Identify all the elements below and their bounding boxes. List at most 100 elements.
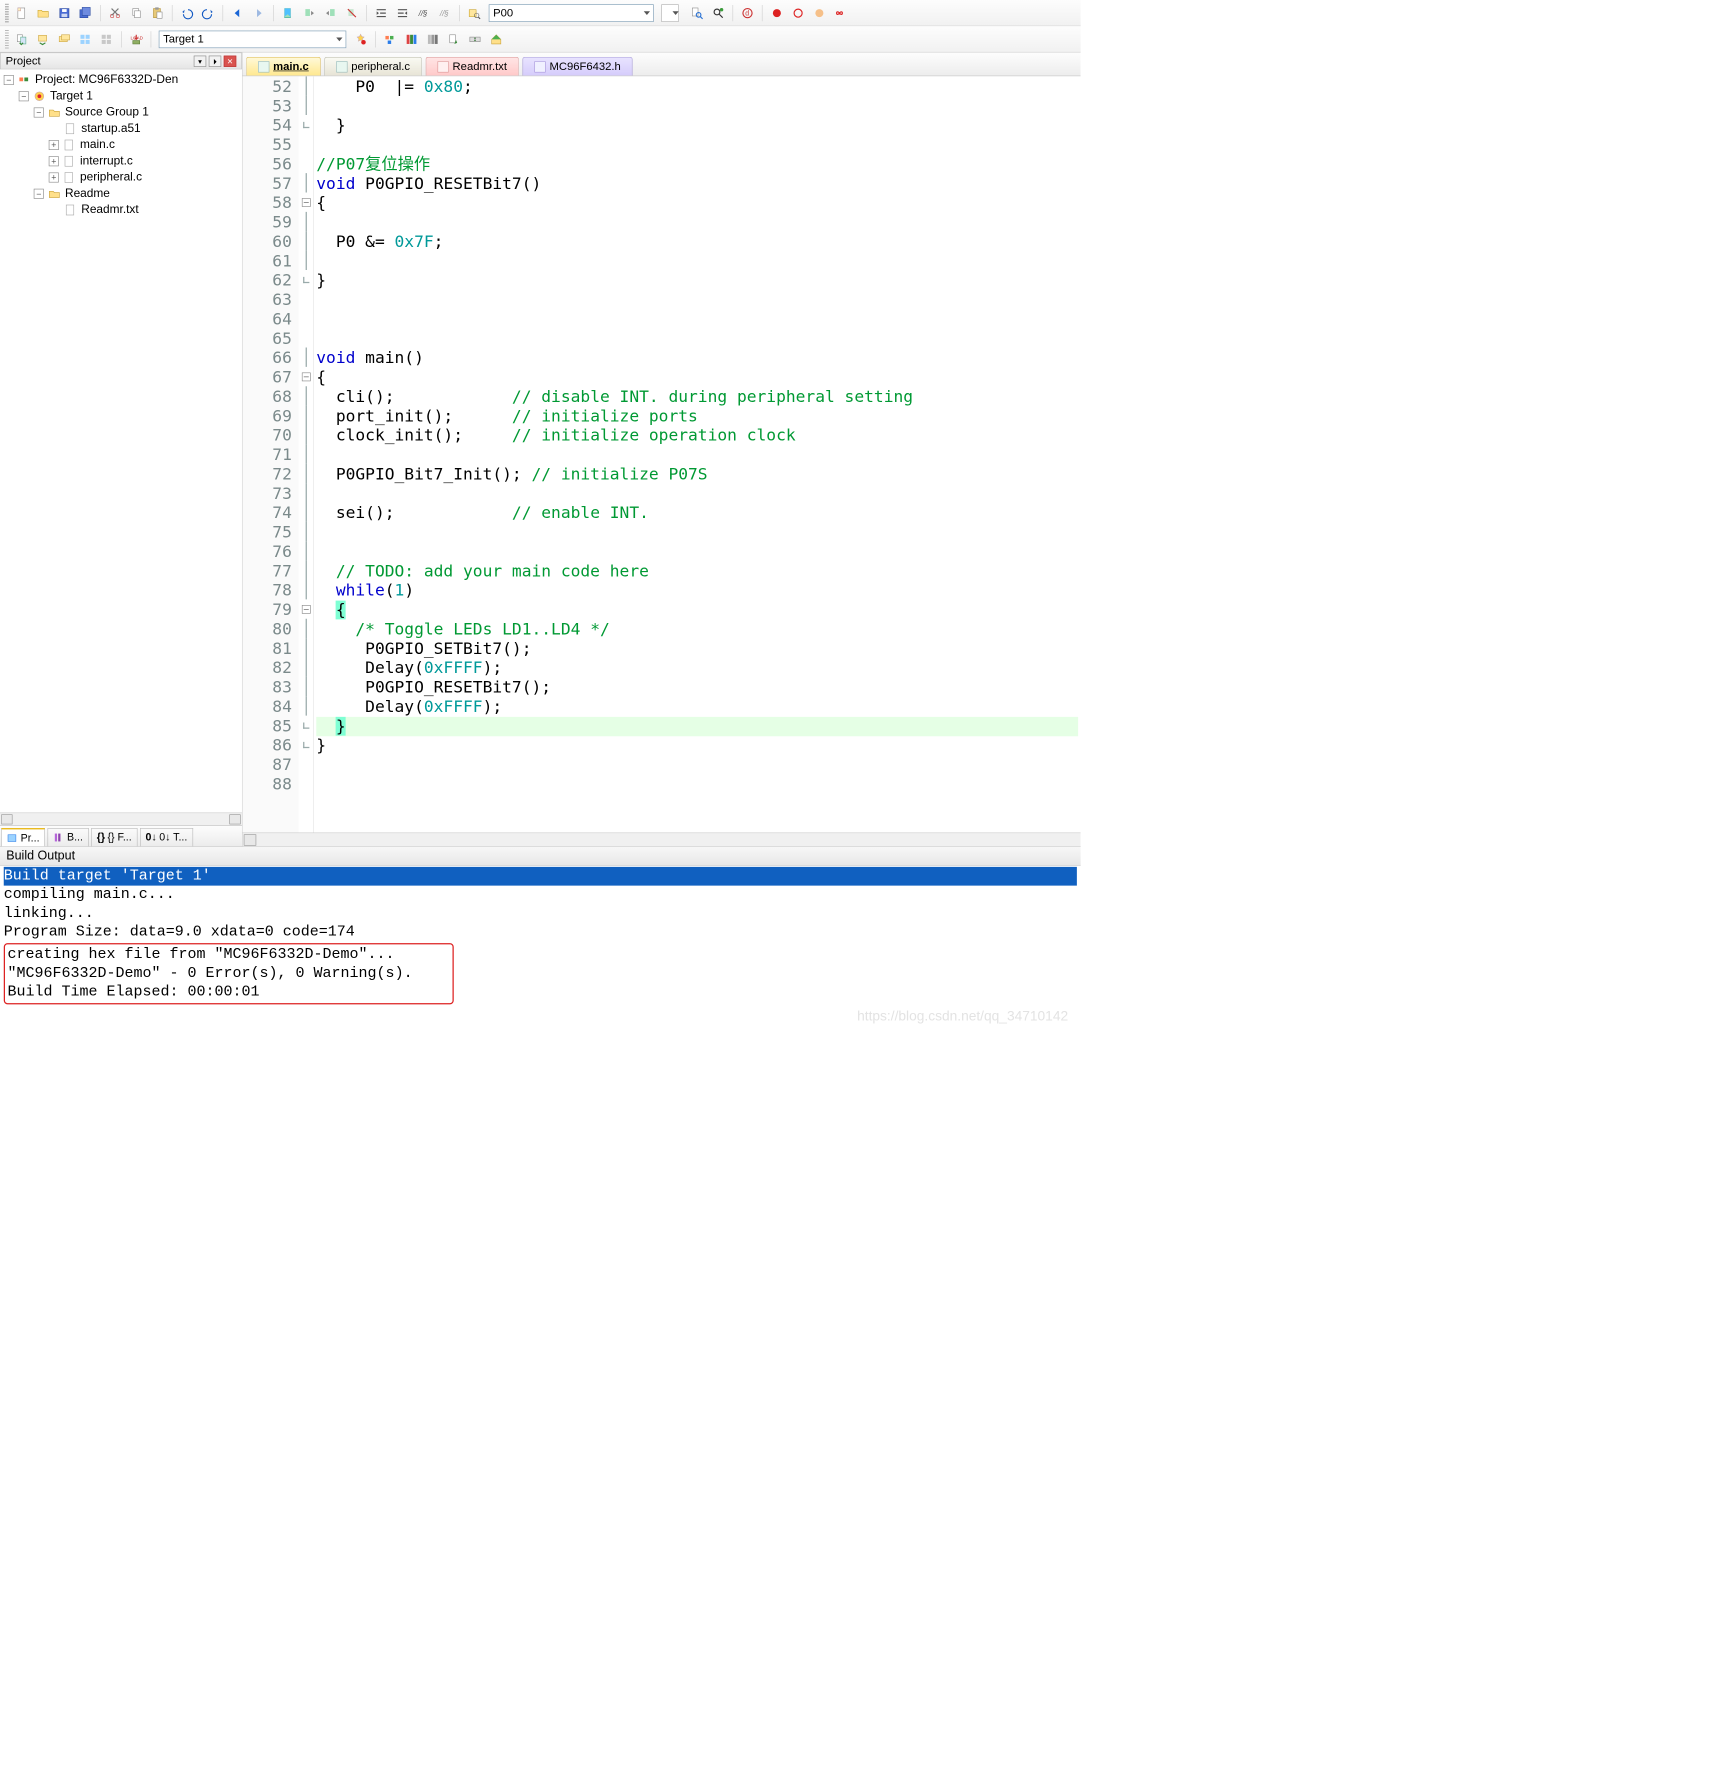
open-folder-icon[interactable]: [34, 3, 53, 22]
stop-build-icon[interactable]: [98, 30, 117, 49]
comment-icon[interactable]: //§: [414, 3, 433, 22]
breakpoint-disable-icon[interactable]: [789, 3, 808, 22]
target-combo[interactable]: [159, 30, 347, 48]
rebuild-icon[interactable]: [55, 30, 74, 49]
tab-label: B...: [67, 831, 83, 844]
bookmark-clear-icon[interactable]: [343, 3, 362, 22]
build-output-highlight-box: creating hex file from "MC96F6332D-Demo"…: [4, 943, 454, 1004]
toolbar-grip-2[interactable]: [5, 30, 9, 49]
tree-scrollbar[interactable]: [0, 813, 242, 826]
main-toolbar: //§ //§ d: [0, 0, 1081, 26]
redo-icon[interactable]: [199, 3, 218, 22]
target-icon: [33, 89, 47, 103]
folder-open-icon: [48, 106, 62, 120]
project-pane-title: Project: [6, 54, 41, 67]
code-editor[interactable]: 5253545556575859606162636465666768697071…: [243, 76, 1081, 832]
build-output[interactable]: Build target 'Target 1' compiling main.c…: [0, 866, 1081, 1006]
editor-tab-label: Readmr.txt: [453, 60, 507, 73]
build-icon[interactable]: [34, 30, 53, 49]
home-icon[interactable]: [487, 30, 506, 49]
breakpoint-kill-icon[interactable]: [810, 3, 829, 22]
txt-file-icon: [438, 61, 449, 72]
books-icon[interactable]: [402, 30, 421, 49]
expander-icon[interactable]: −: [34, 189, 44, 199]
incremental-find-icon[interactable]: [709, 3, 728, 22]
undo-icon[interactable]: [178, 3, 197, 22]
new-file-icon[interactable]: [13, 3, 32, 22]
outdent-icon[interactable]: [393, 3, 412, 22]
code-content[interactable]: P0 |= 0x80; } //P07复位操作void P0GPIO_RESET…: [314, 76, 1081, 832]
expander-icon[interactable]: +: [49, 156, 59, 166]
toolbar-grip[interactable]: [5, 3, 9, 22]
pane-close-button[interactable]: ✕: [224, 55, 237, 66]
tree-file[interactable]: peripheral.c: [80, 171, 142, 185]
editor-scrollbar[interactable]: [243, 833, 1081, 847]
scroll-left-icon[interactable]: [1, 814, 12, 824]
batch-build-icon[interactable]: [76, 30, 95, 49]
build-selected-line[interactable]: Build target 'Target 1': [4, 867, 1077, 886]
svg-text://§: //§: [418, 9, 428, 18]
copy-icon[interactable]: [127, 3, 146, 22]
bookmark-toggle-icon[interactable]: [279, 3, 298, 22]
target-label[interactable]: Target 1: [50, 89, 93, 103]
tree-file[interactable]: interrupt.c: [80, 154, 133, 168]
expander-icon[interactable]: −: [34, 108, 44, 118]
file-icon: [63, 138, 77, 152]
readme-group-label[interactable]: Readme: [65, 187, 110, 201]
manage-project-icon[interactable]: [381, 30, 400, 49]
tree-file[interactable]: main.c: [80, 138, 115, 152]
tab-label: Pr...: [21, 832, 40, 845]
save-icon[interactable]: [55, 3, 74, 22]
bookmark-prev-icon[interactable]: [300, 3, 319, 22]
breakpoint-icon[interactable]: [768, 3, 787, 22]
editor-tab-main[interactable]: main.c: [246, 57, 320, 76]
indent-icon[interactable]: [372, 3, 391, 22]
transfer-icon[interactable]: [466, 30, 485, 49]
uncomment-icon[interactable]: //§: [436, 3, 455, 22]
find-icon[interactable]: [465, 3, 484, 22]
project-tree[interactable]: −Project: MC96F6332D-Den −Target 1 −Sour…: [0, 69, 242, 812]
tab-functions[interactable]: {}{} F...: [91, 828, 137, 846]
save-all-icon[interactable]: [76, 3, 95, 22]
target-options-icon[interactable]: [351, 30, 370, 49]
project-root-label[interactable]: Project: MC96F6332D-Den: [35, 73, 178, 87]
paste-icon[interactable]: [148, 3, 167, 22]
workspace-icon: [18, 73, 32, 87]
scroll-left-icon[interactable]: [244, 834, 257, 845]
fold-column[interactable]: [299, 76, 314, 832]
tab-project[interactable]: Pr...: [1, 828, 45, 846]
tab-templates[interactable]: 0↓0↓ T...: [140, 828, 193, 846]
file-icon: [63, 154, 77, 168]
editor-tab-readmr[interactable]: Readmr.txt: [426, 57, 519, 76]
editor-tab-peripheral[interactable]: peripheral.c: [324, 57, 422, 76]
debug-icon[interactable]: d: [738, 3, 757, 22]
infinite-icon[interactable]: [831, 3, 850, 22]
pane-pin-button[interactable]: ⏵: [209, 55, 222, 66]
find-in-files-icon[interactable]: [688, 3, 707, 22]
file-icon: [64, 122, 78, 136]
source-group-label[interactable]: Source Group 1: [65, 106, 149, 120]
pane-float-button[interactable]: ▾: [194, 55, 207, 66]
tree-file[interactable]: Readmr.txt: [81, 203, 138, 217]
expander-icon[interactable]: +: [49, 140, 59, 150]
editor-tabstrip: main.c peripheral.c Readmr.txt MC96F6432…: [243, 53, 1081, 77]
tab-books[interactable]: B...: [48, 828, 89, 846]
expander-icon[interactable]: −: [19, 91, 29, 101]
file-icon: [64, 203, 78, 217]
project-pane-header: Project ▾ ⏵ ✕: [0, 53, 242, 70]
download-icon[interactable]: LOAD: [127, 30, 146, 49]
scroll-right-icon[interactable]: [229, 814, 240, 824]
booksg-icon[interactable]: [423, 30, 442, 49]
find-combo[interactable]: [489, 4, 654, 22]
tab-label: 0↓ T...: [159, 831, 187, 844]
tree-file[interactable]: startup.a51: [81, 122, 140, 136]
cut-icon[interactable]: [106, 3, 125, 22]
nav-forward-icon[interactable]: [249, 3, 268, 22]
nav-back-icon[interactable]: [228, 3, 247, 22]
filemgr-icon[interactable]: [444, 30, 463, 49]
bookmark-next-icon[interactable]: [321, 3, 340, 22]
expander-icon[interactable]: +: [49, 173, 59, 183]
translate-icon[interactable]: [13, 30, 32, 49]
editor-tab-header[interactable]: MC96F6432.h: [523, 57, 633, 76]
expander-icon[interactable]: −: [4, 75, 14, 85]
